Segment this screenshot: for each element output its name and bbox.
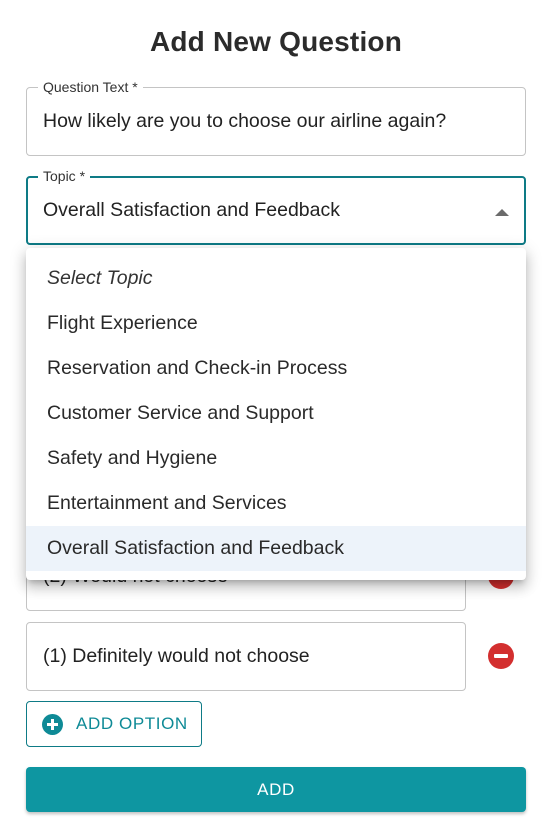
page-title: Add New Question — [149, 26, 403, 57]
add-option-label: ADD OPTION — [76, 714, 188, 733]
caret-up-icon[interactable] — [495, 209, 509, 216]
add-option-button[interactable]: ADD OPTION — [26, 701, 202, 747]
topic-select[interactable]: Topic * Overall Satisfaction and Feedbac… — [26, 168, 526, 245]
menu-item-reservation[interactable]: Reservation and Check-in Process — [26, 346, 526, 391]
menu-item-select-topic[interactable]: Select Topic — [26, 256, 526, 301]
add-button[interactable]: ADD — [26, 767, 526, 812]
menu-item-entertainment[interactable]: Entertainment and Services — [26, 481, 526, 526]
question-text-value[interactable]: How likely are you to choose our airline… — [43, 88, 446, 155]
option-field-1[interactable]: (1) Definitely would not choose — [26, 622, 466, 691]
menu-item-customer-service[interactable]: Customer Service and Support — [26, 391, 526, 436]
question-text-field[interactable]: Question Text * How likely are you to ch… — [26, 79, 526, 156]
add-circle-icon — [42, 713, 63, 735]
menu-item-overall-satisfaction[interactable]: Overall Satisfaction and Feedback — [26, 526, 526, 571]
menu-item-safety[interactable]: Safety and Hygiene — [26, 436, 526, 481]
topic-dropdown-menu: Select Topic Flight Experience Reservati… — [26, 248, 526, 580]
menu-item-flight-experience[interactable]: Flight Experience — [26, 301, 526, 346]
remove-circle-icon[interactable] — [488, 643, 514, 669]
topic-value[interactable]: Overall Satisfaction and Feedback — [43, 178, 340, 243]
option-value-1[interactable]: (1) Definitely would not choose — [43, 623, 310, 690]
